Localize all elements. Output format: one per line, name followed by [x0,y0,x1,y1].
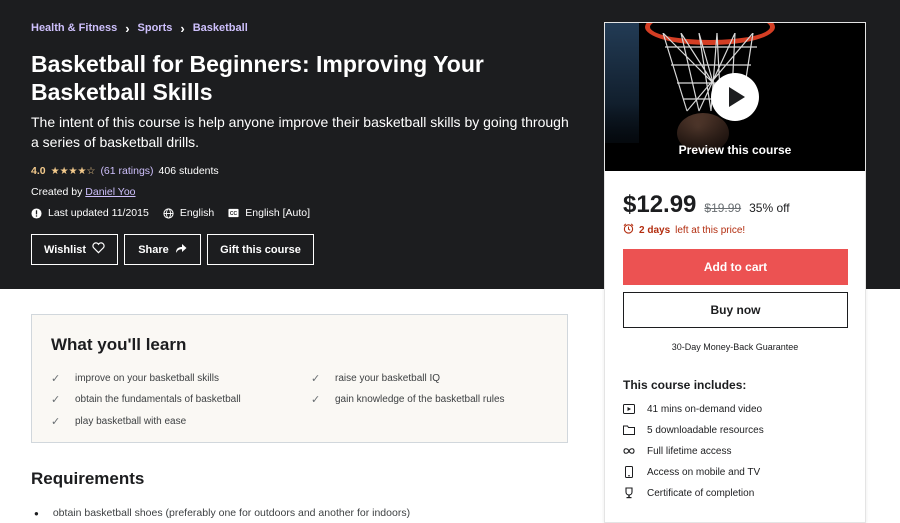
file-icon [623,424,635,436]
trophy-icon [623,487,635,499]
course-actions: Wishlist Share Gift this course [31,234,314,265]
learn-item-text: improve on your basketball skills [75,373,219,384]
rating-value: 4.0 [31,165,46,177]
gift-label: Gift this course [220,243,301,256]
share-button[interactable]: Share [124,234,201,265]
includes-item: Access on mobile and TV [623,466,760,478]
check-icon: ✓ [311,373,321,385]
includes-text: Certificate of completion [647,487,755,499]
rating-row: 4.0 ★★★★☆ (61 ratings) 406 students [31,165,219,177]
requirement-item: ● obtain basketball shoes (preferably on… [34,507,410,519]
check-icon: ✓ [51,416,61,428]
preview-label: Preview this course [678,143,792,157]
check-icon: ✓ [311,394,321,406]
includes-text: 41 mins on-demand video [647,403,763,415]
share-arrow-icon [175,243,187,257]
requirement-text: obtain basketball shoes (preferably one … [52,507,411,519]
video-icon [623,403,635,415]
course-subtitle: The intent of this course is help anyone… [31,114,569,150]
gift-course-button[interactable]: Gift this course [207,234,314,265]
created-by: Created by Daniel Yoo [31,186,136,198]
learn-item: ✓ obtain the fundamentals of basketball [51,393,241,406]
svg-text:CC: CC [230,211,238,217]
course-preview[interactable]: Preview this course [605,23,865,171]
original-price: $19.99 [704,201,742,215]
discount-percent: 35% off [749,201,790,215]
last-updated-text: Last updated 11/2015 [48,207,149,219]
star-rating-icon: ★★★★☆ [50,165,96,177]
includes-item: 5 downloadable resources [623,424,764,436]
mobile-icon [623,466,635,478]
globe-icon [163,207,174,219]
learn-item-text: obtain the fundamentals of basketball [75,394,241,405]
learn-item-text: play basketball with ease [75,416,187,427]
play-icon[interactable] [711,73,759,121]
buy-now-button[interactable]: Buy now [623,292,848,328]
check-icon: ✓ [51,394,61,406]
ratings-count-link[interactable]: (61 ratings) [100,165,153,177]
learn-item: ✓ play basketball with ease [51,415,186,428]
captions-icon: CC [228,208,239,219]
alert-icon [31,207,42,219]
includes-text: Access on mobile and TV [647,466,761,478]
includes-item: Full lifetime access [623,445,731,457]
price-timer: 2 days left at this price! [623,223,745,237]
requirements-title: Requirements [31,469,145,488]
students-count: 406 students [158,165,219,177]
includes-text: 5 downloadable resources [647,424,764,436]
learn-title: What you'll learn [51,335,187,354]
course-meta: Last updated 11/2015 English CC English … [31,207,310,219]
chevron-right-icon: › [180,20,185,36]
check-icon: ✓ [51,373,61,385]
money-back-guarantee: 30-Day Money-Back Guarantee [671,342,799,352]
learn-item: ✓ raise your basketball IQ [311,372,440,385]
learn-item: ✓ improve on your basketball skills [51,372,219,385]
last-updated: Last updated 11/2015 [31,207,149,219]
wishlist-button[interactable]: Wishlist [31,234,118,265]
share-label: Share [138,243,169,256]
learn-item: ✓ gain knowledge of the basketball rules [311,393,505,406]
language: English [163,207,214,219]
heart-icon [92,242,105,257]
wishlist-label: Wishlist [43,243,87,256]
alarm-clock-icon [623,223,634,237]
timer-days: 2 days [639,224,671,236]
instructor-link[interactable]: Daniel Yoo [85,186,135,198]
includes-item: Certificate of completion [623,487,754,499]
price-row: $12.99 $19.99 35% off [623,191,790,219]
created-by-label: Created by [31,186,83,198]
learn-item-text: gain knowledge of the basketball rules [335,394,505,405]
purchase-sidebar: Preview this course $12.99 $19.99 35% of… [604,22,866,523]
course-title: Basketball for Beginners: Improving Your… [31,51,484,105]
captions: CC English [Auto] [228,207,310,219]
timer-text: left at this price! [675,224,746,236]
current-price: $12.99 [623,191,697,218]
breadcrumb: Health & Fitness › Sports › Basketball [31,20,248,36]
breadcrumb-link[interactable]: Basketball [193,22,248,34]
includes-text: Full lifetime access [647,445,732,457]
breadcrumb-link[interactable]: Health & Fitness [31,22,117,34]
bullet-icon: ● [34,508,39,518]
language-text: English [179,207,215,219]
add-to-cart-button[interactable]: Add to cart [623,249,848,285]
breadcrumb-link[interactable]: Sports [138,22,173,34]
chevron-right-icon: › [125,20,130,36]
includes-item: 41 mins on-demand video [623,403,762,415]
includes-title: This course includes: [623,378,747,392]
what-youll-learn: What you'll learn ✓ improve on your bask… [31,314,568,443]
infinity-icon [623,445,635,457]
learn-item-text: raise your basketball IQ [335,373,441,384]
captions-text: English [Auto] [245,207,311,219]
